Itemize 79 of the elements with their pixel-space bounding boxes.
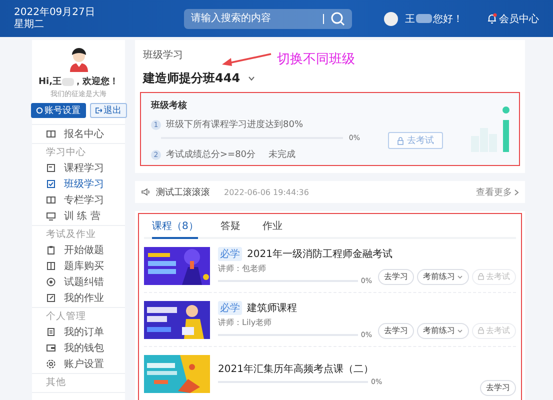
logout-icon — [94, 107, 102, 114]
study-button[interactable]: 去学习 — [480, 380, 516, 396]
menu-item[interactable]: 题库购买 — [32, 258, 125, 274]
menu-item-icon — [46, 292, 56, 303]
study-button[interactable]: 去学习 — [378, 268, 414, 284]
tab[interactable]: 作业 — [262, 214, 282, 239]
menu-item-icon — [46, 179, 56, 190]
greeting-name: Hi,王 — [38, 76, 62, 88]
menu-item[interactable]: 训 练 营 — [32, 208, 125, 224]
redaction-mark — [62, 78, 74, 86]
menu-item-icon — [46, 261, 56, 272]
lock-icon — [397, 136, 404, 144]
step-text: 班级下所有课程学习进度达到80% — [166, 118, 304, 131]
lock-icon — [478, 327, 484, 334]
logout-button[interactable]: 退出 — [90, 103, 126, 118]
greeting-text: ，欢迎您！ — [74, 75, 119, 88]
course-title[interactable]: 2021年汇集历年高频考点课（二） — [218, 362, 374, 376]
member-center-link[interactable]: 会员中心 — [499, 12, 539, 26]
menu-item[interactable]: 账户设置 — [32, 356, 125, 372]
menu-item[interactable]: 报名中心 — [32, 126, 125, 142]
menu-item-icon — [46, 327, 56, 338]
practice-dropdown[interactable]: 考前练习 — [417, 268, 469, 284]
tab[interactable]: 答疑 — [220, 214, 240, 239]
step-text: 考试成绩总分>=80分 — [166, 148, 256, 161]
menu-item-icon — [46, 343, 56, 354]
required-tag: 必学 — [218, 246, 242, 260]
menu-item[interactable]: 我的订单 — [32, 324, 125, 340]
greeting-name: 王 — [405, 12, 415, 26]
caret-icon — [457, 274, 463, 278]
greeting-text: 您好！ — [433, 12, 463, 26]
teacher-text: 讲师：Lily老师 — [218, 316, 273, 328]
account-settings-button[interactable]: 账号设置 — [30, 103, 86, 118]
menu-item-icon — [46, 359, 56, 370]
required-tag: 必学 — [218, 300, 242, 314]
view-more-link[interactable]: 查看更多 — [476, 186, 519, 198]
menu-item[interactable]: 课程学习 — [32, 160, 125, 176]
annotation-arrow — [221, 52, 273, 66]
notice-time: 2022-06-06 19:44:36 — [224, 188, 309, 196]
menu-item-icon — [46, 128, 56, 139]
course-title[interactable]: 建筑师课程 — [247, 300, 297, 314]
search-icon[interactable] — [330, 10, 346, 26]
search-field[interactable]: 请输入搜索的内容 — [191, 10, 317, 26]
class-name[interactable]: 建造师提分班444 — [143, 70, 240, 87]
chevron-right-icon — [514, 188, 519, 196]
section-heading: 其他 — [45, 376, 67, 390]
menu-item[interactable]: 开始做题 — [32, 242, 125, 258]
menu-item-icon — [46, 195, 56, 206]
status-text: 未完成 — [268, 148, 296, 161]
date-text: 2022年09月27日 — [14, 6, 96, 18]
menu-item-icon — [46, 210, 56, 221]
search-bar[interactable]: 请输入搜索的内容 — [184, 8, 352, 28]
teacher-text: 讲师：包老师 — [218, 262, 267, 274]
annotation-text: 切换不同班级 — [277, 51, 355, 68]
course-title[interactable]: 2021年一级消防工程师金融考试 — [247, 246, 392, 260]
speaker-icon — [141, 188, 150, 196]
menu-item[interactable]: 班级学习 — [32, 176, 125, 192]
menu-item[interactable]: 试题纠错 — [32, 274, 125, 290]
notice-title[interactable]: 测试工滚滚滚 — [156, 186, 210, 198]
menu-item-icon — [46, 277, 56, 288]
study-button[interactable]: 去学习 — [378, 322, 414, 338]
lock-icon — [478, 273, 484, 280]
tab[interactable]: 课程（8） — [152, 214, 198, 239]
chart-decoration-drawing — [471, 106, 511, 152]
weekday-text: 星期二 — [14, 18, 45, 30]
section-title: 班级学习 — [143, 48, 183, 62]
menu-item[interactable]: 我的作业 — [32, 290, 125, 306]
menu-item-icon — [46, 245, 56, 256]
chevron-down-icon[interactable] — [248, 76, 256, 81]
panel-title: 班级考核 — [151, 99, 188, 112]
menu-item[interactable]: 专栏学习 — [32, 192, 125, 208]
section-heading: 考试及作业 — [45, 228, 97, 242]
section-heading: 学习中心 — [45, 146, 87, 160]
redaction-mark — [416, 14, 432, 23]
avatar[interactable] — [384, 12, 398, 26]
menu-item[interactable]: 我的钱包 — [32, 340, 125, 356]
menu-item-icon — [46, 163, 56, 174]
caret-icon — [457, 328, 463, 332]
practice-dropdown[interactable]: 考前练习 — [417, 322, 469, 338]
section-heading: 个人管理 — [45, 310, 87, 324]
